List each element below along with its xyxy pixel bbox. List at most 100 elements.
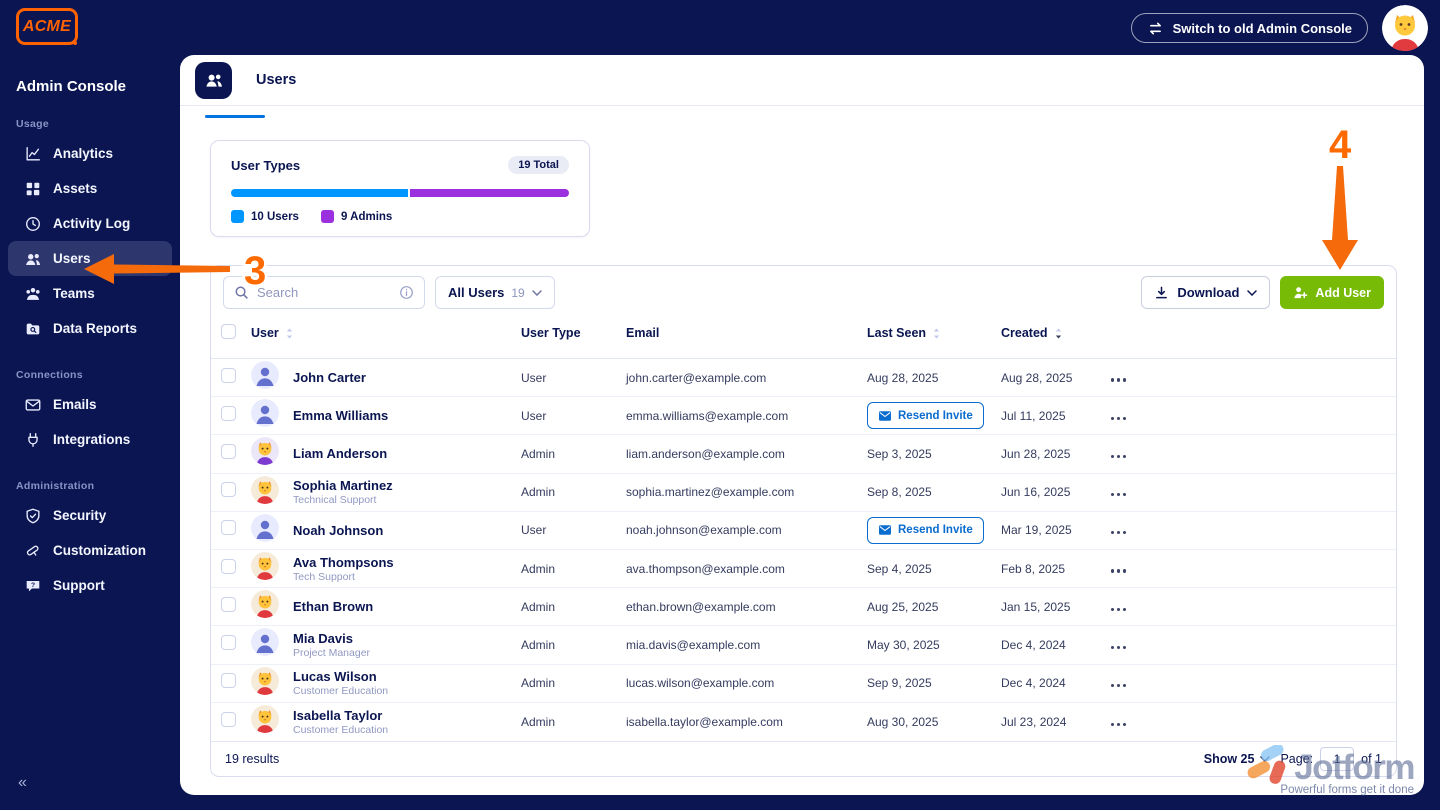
table-row: Ethan Brown Admin ethan.brown@example.co… [211,588,1396,626]
user-type-value: User [521,371,626,385]
user-name-link[interactable]: Isabella Taylor [293,708,521,723]
filter-count: 19 [511,286,524,300]
last-seen-value: Sep 8, 2025 [867,485,932,499]
row-checkbox[interactable] [221,635,236,650]
select-all-checkbox[interactable] [221,324,236,339]
row-checkbox[interactable] [221,406,236,421]
account-avatar[interactable] [1382,5,1428,51]
user-type-filter-dropdown[interactable]: All Users 19 [435,276,555,309]
filter-label: All Users [448,285,504,300]
row-checkbox[interactable] [221,482,236,497]
legend-label: 9 Admins [341,211,392,223]
user-subtitle: Technical Support [293,494,521,506]
row-menu-icon[interactable] [1111,378,1128,381]
user-name-link[interactable]: Liam Anderson [293,446,521,461]
switch-to-old-console-button[interactable]: Switch to old Admin Console [1131,13,1368,43]
sidebar-item-support[interactable]: ? Support [8,568,172,603]
sidebar-item-customization[interactable]: Customization [8,533,172,568]
sidebar-item-analytics[interactable]: Analytics [8,136,172,171]
user-type-value: User [521,409,626,423]
sidebar-item-users[interactable]: Users [8,241,172,276]
row-menu-icon[interactable] [1111,646,1128,649]
sort-icon-active [1054,327,1063,340]
row-menu-icon[interactable] [1111,493,1128,496]
mail-icon [878,524,892,536]
column-header-user[interactable]: User [251,326,521,340]
sidebar-item-integrations[interactable]: Integrations [8,422,172,457]
integrations-icon [24,431,42,449]
row-checkbox[interactable] [221,368,236,383]
user-subtitle: Customer Education [293,724,521,736]
emails-icon [24,396,42,414]
page-title: Users [256,72,296,88]
users-page-icon [195,62,232,99]
table-row: John Carter User john.carter@example.com… [211,359,1396,397]
row-checkbox[interactable] [221,712,236,727]
sidebar-item-activity-log[interactable]: Activity Log [8,206,172,241]
row-checkbox[interactable] [221,673,236,688]
sidebar-item-data-reports[interactable]: Data Reports [8,311,172,346]
search-input[interactable]: Search [223,276,425,309]
support-icon: ? [24,577,42,595]
sidebar-collapse-icon[interactable]: « [18,774,27,792]
table-row: Liam Anderson Admin liam.anderson@exampl… [211,435,1396,473]
row-menu-icon[interactable] [1111,455,1128,458]
user-type-value: Admin [521,638,626,652]
column-header-created[interactable]: Created [1001,326,1111,340]
row-menu-icon[interactable] [1111,723,1128,726]
column-header-last-seen[interactable]: Last Seen [867,326,1001,340]
row-checkbox[interactable] [221,559,236,574]
user-name-link[interactable]: Noah Johnson [293,523,521,538]
row-checkbox[interactable] [221,597,236,612]
sidebar-item-assets[interactable]: Assets [8,171,172,206]
row-menu-icon[interactable] [1111,531,1128,534]
row-checkbox[interactable] [221,520,236,535]
created-value: Jan 15, 2025 [1001,600,1111,614]
bar-segment [231,189,408,197]
admin-console-app: ACME Switch to old Admin Console Admin C… [0,0,1440,810]
table-footer: 19 results Show 25 Page: 1 of 1 [211,741,1396,776]
user-name-link[interactable]: Sophia Martinez [293,478,521,493]
row-menu-icon[interactable] [1111,417,1128,420]
user-email: ava.thompson@example.com [626,562,867,576]
user-name-link[interactable]: Ava Thompsons [293,555,521,570]
customization-icon [24,542,42,560]
user-name-link[interactable]: Mia Davis [293,631,521,646]
chevron-down-icon [1260,756,1270,762]
column-header-email[interactable]: Email [626,326,867,340]
results-count: 19 results [225,752,279,766]
user-subtitle: Tech Support [293,571,521,583]
download-button[interactable]: Download [1141,276,1270,309]
resend-invite-button[interactable]: Resend Invite [867,517,984,544]
search-icon [234,285,249,300]
user-name-link[interactable]: Emma Williams [293,408,521,423]
table-row: Mia Davis Project Manager Admin mia.davi… [211,626,1396,664]
row-checkbox[interactable] [221,444,236,459]
created-value: Jun 16, 2025 [1001,485,1111,499]
row-menu-icon[interactable] [1111,569,1128,572]
row-menu-icon[interactable] [1111,608,1128,611]
user-name-link[interactable]: Ethan Brown [293,599,521,614]
sidebar-item-label: Assets [53,181,97,196]
page-input[interactable]: 1 [1320,747,1354,771]
user-avatar [251,705,279,733]
user-avatar [251,590,279,618]
add-user-button[interactable]: Add User [1280,276,1384,309]
sidebar-section-label: Usage [16,118,164,130]
user-email: lucas.wilson@example.com [626,676,867,690]
sidebar-item-emails[interactable]: Emails [8,387,172,422]
panel-header: Users [180,55,1424,106]
user-email: liam.anderson@example.com [626,447,867,461]
user-name-link[interactable]: Lucas Wilson [293,669,521,684]
user-name-link[interactable]: John Carter [293,370,521,385]
resend-invite-button[interactable]: Resend Invite [867,402,984,429]
show-per-page-dropdown[interactable]: Show 25 [1204,752,1271,766]
acme-logo-dot [73,41,77,45]
sidebar-item-security[interactable]: Security [8,498,172,533]
column-header-user-type[interactable]: User Type [521,326,626,340]
row-menu-icon[interactable] [1111,684,1128,687]
sidebar-item-teams[interactable]: Teams [8,276,172,311]
sidebar-item-label: Data Reports [53,321,137,336]
user-email: mia.davis@example.com [626,638,867,652]
bar-segment [410,189,569,197]
